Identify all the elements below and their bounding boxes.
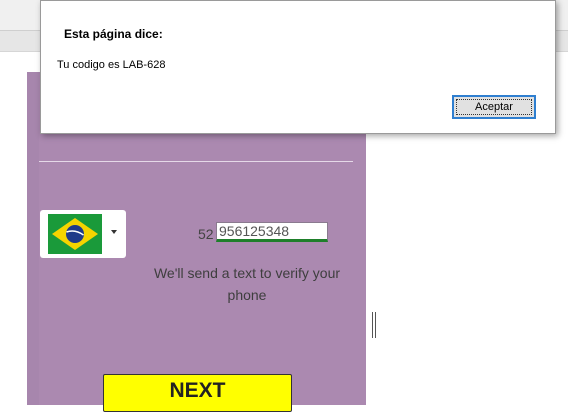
dialog-title: Esta página dice: [64,27,163,41]
brazil-flag-icon [48,214,102,254]
pane-splitter-handle[interactable] [372,312,377,338]
alert-dialog: Esta página dice: Tu codigo es LAB-628 A… [40,0,556,134]
next-button[interactable]: NEXT [103,374,292,412]
accept-button[interactable]: Aceptar [452,95,536,119]
country-selector[interactable] [40,210,126,258]
phone-number-input[interactable] [216,222,328,242]
chevron-down-icon [111,230,117,234]
country-code-prefix: 52 [198,226,214,242]
verify-hint-text: We'll send a text to verify your phone [153,265,341,303]
panel-edge [27,72,39,405]
focus-ring [456,99,532,115]
dialog-message: Tu codigo es LAB-628 [57,59,166,71]
panel-divider [39,161,353,162]
